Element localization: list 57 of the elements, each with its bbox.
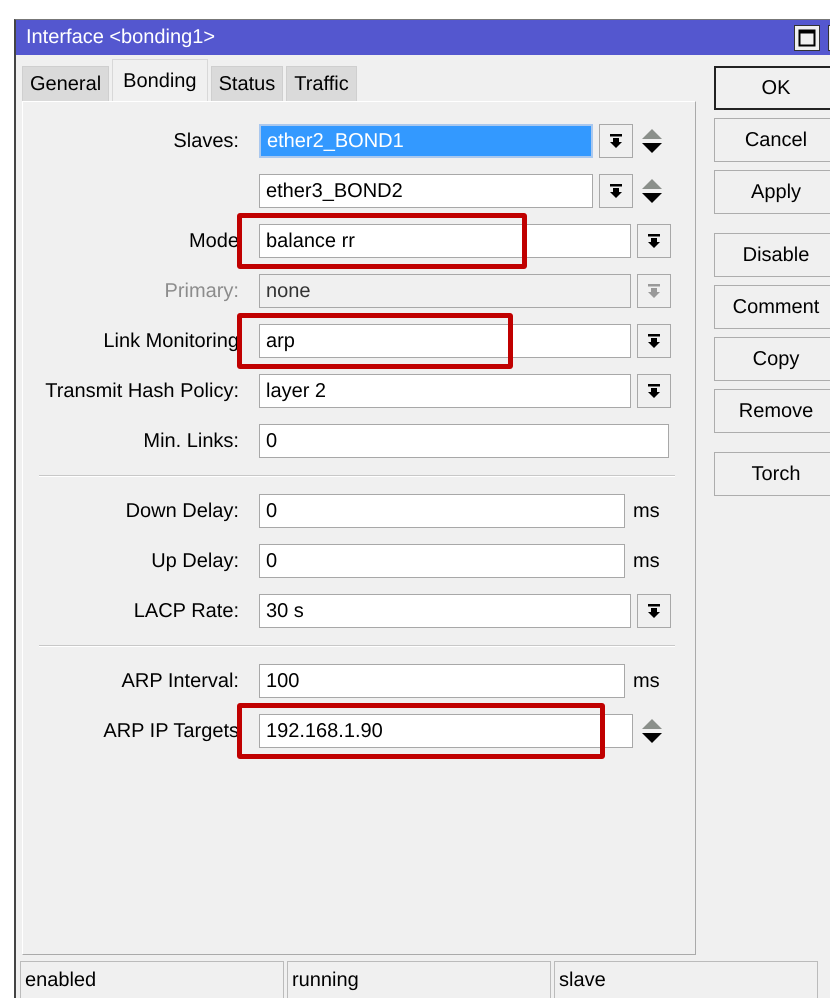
field-label: Slaves: xyxy=(172,130,239,152)
field-label: Primary: xyxy=(164,280,239,302)
input-field[interactable]: 192.168.1.90 xyxy=(259,714,633,748)
dropdown-button[interactable] xyxy=(637,324,671,358)
combo-field[interactable]: ether3_BOND2 xyxy=(259,174,593,208)
tab[interactable]: Traffic xyxy=(286,66,357,101)
dropdown-button[interactable] xyxy=(637,224,671,258)
field-label: Mode xyxy=(188,230,239,252)
unit-label: ms xyxy=(633,550,660,572)
dropdown-arrow-icon xyxy=(647,333,661,349)
dialog-button[interactable]: Remove xyxy=(714,389,830,433)
up-down-arrows-icon[interactable] xyxy=(641,128,663,154)
tab[interactable]: General xyxy=(22,66,110,101)
dropdown-arrow-icon xyxy=(647,283,661,299)
field-label: ARP IP Targets xyxy=(102,720,239,742)
dropdown-button[interactable] xyxy=(637,374,671,408)
dropdown-button[interactable] xyxy=(637,594,671,628)
combo-field[interactable]: arp xyxy=(259,324,631,358)
input-field[interactable]: 100 xyxy=(259,664,625,698)
dropdown-button[interactable] xyxy=(599,124,633,158)
field-label: ARP Interval: xyxy=(120,670,239,692)
dialog-button[interactable]: Comment xyxy=(714,285,830,329)
status-cell: enabled xyxy=(20,961,284,998)
field-label: LACP Rate: xyxy=(132,600,239,622)
dialog-button[interactable]: Disable xyxy=(714,233,830,277)
field-label: Min. Links: xyxy=(142,430,239,452)
dropdown-arrow-icon xyxy=(647,233,661,249)
window-title: Interface <bonding1> xyxy=(26,26,216,49)
dropdown-arrow-icon xyxy=(609,133,623,149)
combo-field[interactable]: 30 s xyxy=(259,594,631,628)
status-cell: running xyxy=(287,961,551,998)
field-label: Down Delay: xyxy=(124,500,239,522)
field-label: Transmit Hash Policy: xyxy=(44,380,239,402)
combo-field[interactable]: balance rr xyxy=(259,224,631,258)
field-label: Link Monitoring xyxy=(102,330,239,352)
dialog-button[interactable]: Apply xyxy=(714,170,830,214)
field-label: Up Delay: xyxy=(150,550,239,572)
dialog-button[interactable]: Torch xyxy=(714,452,830,496)
up-down-arrows-icon[interactable] xyxy=(641,178,663,204)
dropdown-button[interactable] xyxy=(599,174,633,208)
input-field[interactable]: 0 xyxy=(259,424,669,458)
unit-label: ms xyxy=(633,500,660,522)
tab[interactable]: Bonding xyxy=(112,59,208,102)
tab[interactable]: Status xyxy=(210,66,284,101)
up-down-arrows-icon[interactable] xyxy=(641,718,663,744)
dropdown-arrow-icon xyxy=(609,183,623,199)
unit-label: ms xyxy=(633,670,660,692)
input-field[interactable]: 0 xyxy=(259,544,625,578)
dropdown-arrow-icon xyxy=(647,383,661,399)
status-cell: slave xyxy=(554,961,818,998)
dialog-button[interactable]: OK xyxy=(714,66,830,110)
dialog-button[interactable]: Cancel xyxy=(714,118,830,162)
input-field[interactable]: 0 xyxy=(259,494,625,528)
combo-field[interactable]: layer 2 xyxy=(259,374,631,408)
dropdown-arrow-icon xyxy=(647,603,661,619)
dialog-button[interactable]: Copy xyxy=(714,337,830,381)
maximize-button[interactable] xyxy=(794,24,820,50)
